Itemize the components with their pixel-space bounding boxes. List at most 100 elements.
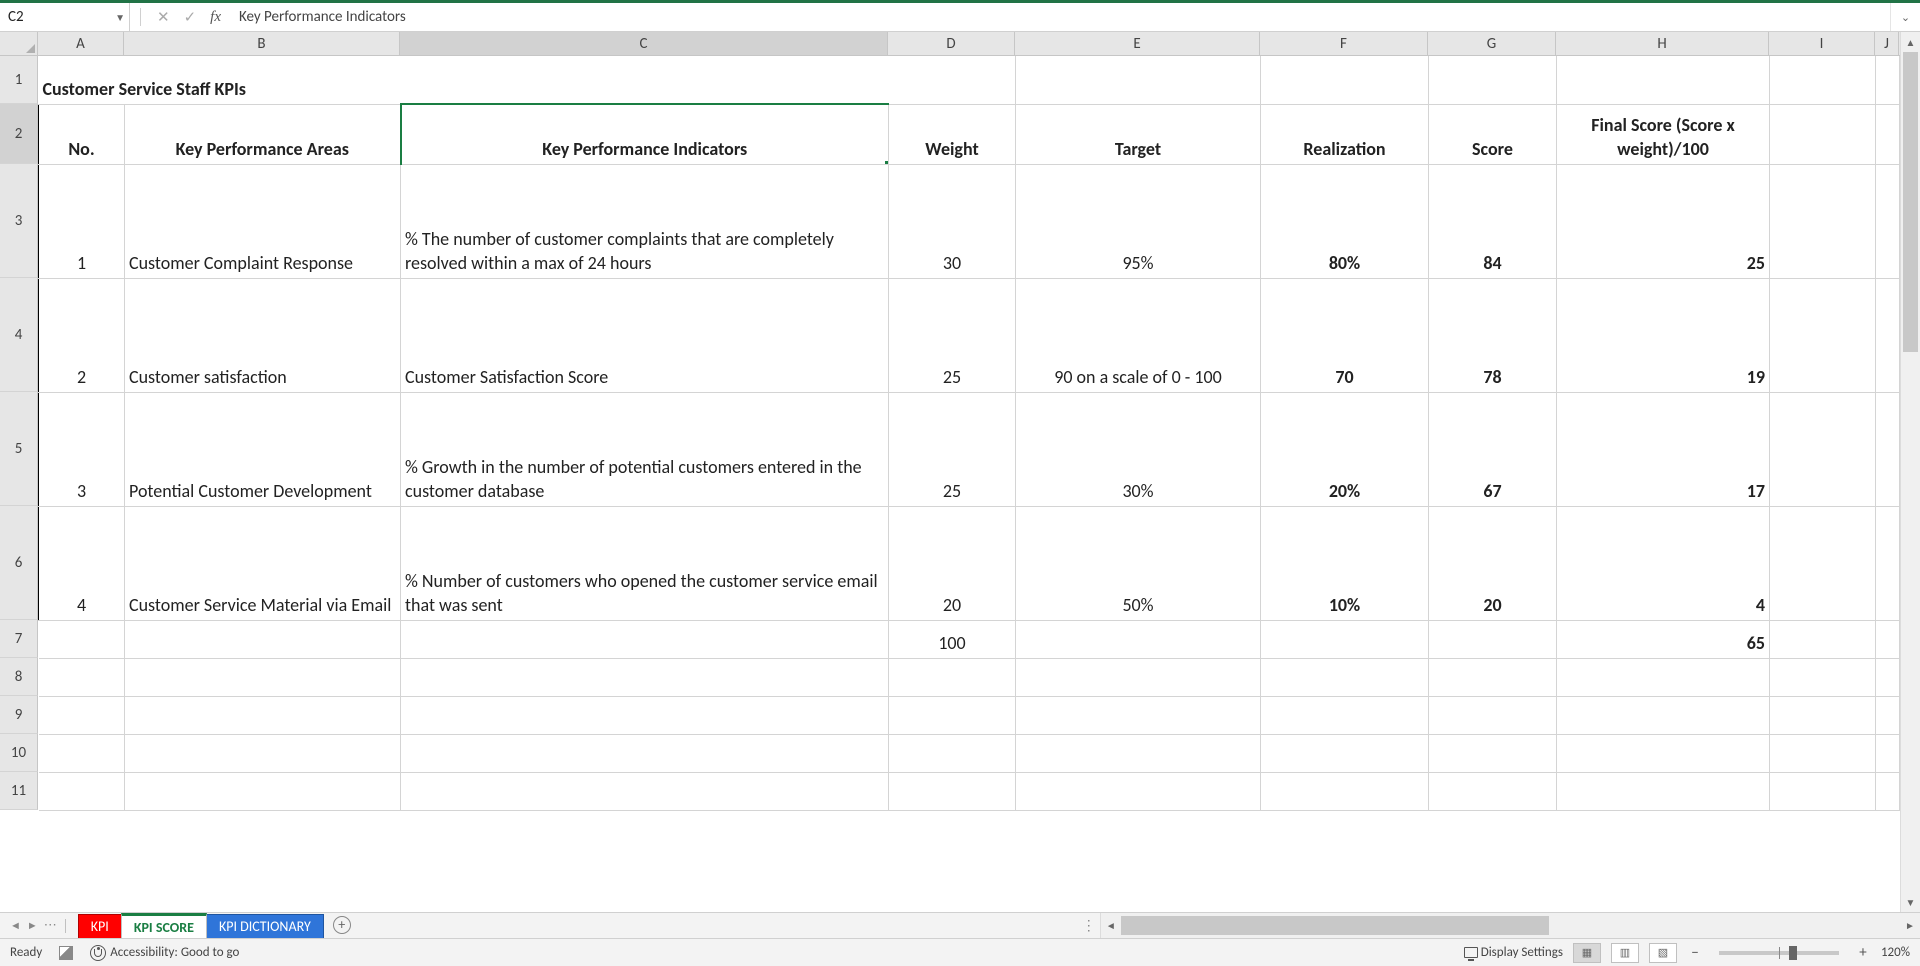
- cell-C8[interactable]: [401, 658, 889, 696]
- cell-D5[interactable]: 25: [889, 392, 1016, 506]
- tab-nav-next-icon[interactable]: ►: [27, 919, 38, 932]
- cell-H6[interactable]: 4: [1557, 506, 1770, 620]
- header-F[interactable]: Realization: [1261, 104, 1429, 164]
- macro-record-icon[interactable]: [58, 945, 74, 961]
- cell-B10[interactable]: [125, 734, 401, 772]
- cell-I1[interactable]: [1770, 56, 1876, 104]
- cell-F3[interactable]: 80%: [1261, 164, 1429, 278]
- cell-H8[interactable]: [1557, 658, 1770, 696]
- horizontal-scrollbar[interactable]: ◄ ►: [1100, 913, 1920, 938]
- cell-H10[interactable]: [1557, 734, 1770, 772]
- cell-F1[interactable]: [1261, 56, 1429, 104]
- cell-C3[interactable]: % The number of customer complaints that…: [401, 164, 889, 278]
- column-header-B[interactable]: B: [124, 32, 400, 55]
- zoom-in-button[interactable]: +: [1855, 944, 1871, 962]
- cell-I11[interactable]: [1770, 772, 1876, 810]
- cell-F7[interactable]: [1261, 620, 1429, 658]
- zoom-out-button[interactable]: −: [1687, 944, 1703, 962]
- header-H[interactable]: Final Score (Score x weight)/100: [1557, 104, 1770, 164]
- row-header-2[interactable]: 2: [0, 104, 38, 164]
- cell-B7[interactable]: [125, 620, 401, 658]
- tab-nav-more-icon[interactable]: ⋯: [44, 918, 57, 933]
- cells[interactable]: Customer Service Staff KPIsNo.Key Perfor…: [38, 56, 1900, 811]
- cell-D11[interactable]: [889, 772, 1016, 810]
- cell-C4[interactable]: Customer Satisfaction Score: [401, 278, 889, 392]
- cell-I6[interactable]: [1770, 506, 1876, 620]
- row-header-3[interactable]: 3: [0, 164, 38, 278]
- row-header-11[interactable]: 11: [0, 772, 38, 810]
- cell-E4[interactable]: 90 on a scale of 0 - 100: [1016, 278, 1261, 392]
- cell-G4[interactable]: 78: [1429, 278, 1557, 392]
- cell-J11[interactable]: [1876, 772, 1900, 810]
- vertical-scrollbar[interactable]: ▲ ▼: [1900, 32, 1920, 912]
- cell-G6[interactable]: 20: [1429, 506, 1557, 620]
- scroll-left-icon[interactable]: ◄: [1101, 913, 1121, 938]
- cell-A4[interactable]: 2: [39, 278, 125, 392]
- cell-F5[interactable]: 20%: [1261, 392, 1429, 506]
- add-sheet-button[interactable]: +: [323, 913, 361, 937]
- cell-G11[interactable]: [1429, 772, 1557, 810]
- row-header-1[interactable]: 1: [0, 56, 38, 104]
- sheet-tab-kpi-dictionary[interactable]: KPI DICTIONARY: [206, 914, 324, 938]
- cell-A7[interactable]: [39, 620, 125, 658]
- tab-nav-prev-icon[interactable]: ◄: [10, 919, 21, 932]
- cell-B4[interactable]: Customer satisfaction: [125, 278, 401, 392]
- row-header-8[interactable]: 8: [0, 658, 38, 696]
- cell-H4[interactable]: 19: [1557, 278, 1770, 392]
- cell-I3[interactable]: [1770, 164, 1876, 278]
- cell-B3[interactable]: Customer Complaint Response: [125, 164, 401, 278]
- cell-F9[interactable]: [1261, 696, 1429, 734]
- cell-D3[interactable]: 30: [889, 164, 1016, 278]
- sheet-tab-kpi-score[interactable]: KPI SCORE: [121, 913, 207, 938]
- header-C[interactable]: Key Performance Indicators: [401, 104, 889, 164]
- cell-F6[interactable]: 10%: [1261, 506, 1429, 620]
- cell-I5[interactable]: [1770, 392, 1876, 506]
- column-header-F[interactable]: F: [1260, 32, 1428, 55]
- worksheet-grid[interactable]: ABCDEFGHIJ 1234567891011 Customer Servic…: [0, 32, 1920, 912]
- cell-J10[interactable]: [1876, 734, 1900, 772]
- cell-I9[interactable]: [1770, 696, 1876, 734]
- formula-bar-input[interactable]: Key Performance Indicators: [229, 8, 1890, 26]
- cell-H7[interactable]: 65: [1557, 620, 1770, 658]
- column-header-I[interactable]: I: [1769, 32, 1875, 55]
- cell-A5[interactable]: 3: [39, 392, 125, 506]
- header-E[interactable]: Target: [1016, 104, 1261, 164]
- cell-E5[interactable]: 30%: [1016, 392, 1261, 506]
- cell-E9[interactable]: [1016, 696, 1261, 734]
- cell-J3[interactable]: [1876, 164, 1900, 278]
- cell-F10[interactable]: [1261, 734, 1429, 772]
- cell-A8[interactable]: [39, 658, 125, 696]
- cell-A11[interactable]: [39, 772, 125, 810]
- column-header-A[interactable]: A: [38, 32, 124, 55]
- cell-I4[interactable]: [1770, 278, 1876, 392]
- row-header-6[interactable]: 6: [0, 506, 38, 620]
- zoom-level[interactable]: 120%: [1881, 945, 1910, 960]
- cell-B5[interactable]: Potential Customer Development: [125, 392, 401, 506]
- row-header-7[interactable]: 7: [0, 620, 38, 658]
- select-all-corner[interactable]: [0, 32, 38, 55]
- header-D[interactable]: Weight: [889, 104, 1016, 164]
- cell-D7[interactable]: 100: [889, 620, 1016, 658]
- name-box[interactable]: C2 ▼: [0, 3, 130, 31]
- row-header-4[interactable]: 4: [0, 278, 38, 392]
- column-header-C[interactable]: C: [400, 32, 888, 55]
- row-header-5[interactable]: 5: [0, 392, 38, 506]
- cell-C5[interactable]: % Growth in the number of potential cust…: [401, 392, 889, 506]
- cell-G8[interactable]: [1429, 658, 1557, 696]
- cell-E6[interactable]: 50%: [1016, 506, 1261, 620]
- cell-G10[interactable]: [1429, 734, 1557, 772]
- row-header-9[interactable]: 9: [0, 696, 38, 734]
- cell-G3[interactable]: 84: [1429, 164, 1557, 278]
- cell-G7[interactable]: [1429, 620, 1557, 658]
- cell-E8[interactable]: [1016, 658, 1261, 696]
- zoom-slider-handle[interactable]: [1789, 946, 1797, 960]
- cell-J9[interactable]: [1876, 696, 1900, 734]
- cell-C7[interactable]: [401, 620, 889, 658]
- fx-icon[interactable]: fx: [210, 9, 221, 26]
- cell-H3[interactable]: 25: [1557, 164, 1770, 278]
- column-header-H[interactable]: H: [1556, 32, 1769, 55]
- cell-G5[interactable]: 67: [1429, 392, 1557, 506]
- cell-I2[interactable]: [1770, 104, 1876, 164]
- cell-B11[interactable]: [125, 772, 401, 810]
- cancel-icon[interactable]: ✕: [157, 8, 170, 27]
